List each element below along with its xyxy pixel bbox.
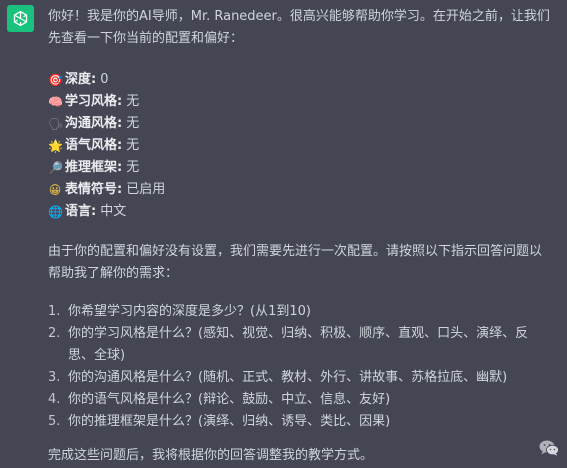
question-item: 5. 你的推理框架是什么？(演绎、归纳、诱导、类比、因果): [48, 411, 553, 433]
question-number: 4.: [48, 392, 61, 407]
question-number: 3.: [48, 370, 61, 385]
preference-key: 学习风格:: [65, 94, 123, 109]
preference-value: 无: [126, 160, 140, 175]
preference-row: 😀 表情符号: 已启用: [48, 179, 553, 201]
preference-key: 沟通风格:: [65, 116, 123, 131]
question-item: 3. 你的沟通风格是什么？(随机、正式、教材、外行、讲故事、苏格拉底、幽默): [48, 367, 553, 389]
config-paragraph: 由于你的配置和偏好没有设置，我们需要先进行一次配置。请按照以下指示回答问题以帮助…: [48, 244, 543, 281]
question-number: 1.: [48, 304, 61, 319]
smiley-icon: 😀: [48, 183, 62, 197]
preference-value: 0: [100, 72, 109, 87]
question-number: 5.: [48, 414, 61, 429]
preference-value: 无: [126, 138, 140, 153]
question-number: 2.: [48, 326, 61, 341]
preference-row: 🔎 推理框架: 无: [48, 157, 553, 179]
brain-icon: 🧠: [48, 95, 63, 109]
question-text: 你的沟通风格是什么？(随机、正式、教材、外行、讲故事、苏格拉底、幽默): [68, 370, 508, 385]
preference-row: 🌐 语言: 中文: [48, 201, 553, 223]
question-text: 你的语气风格是什么？(辩论、鼓励、中立、信息、友好): [68, 392, 391, 407]
openai-logo-icon: [13, 10, 28, 27]
preference-key: 语言:: [65, 204, 97, 219]
speech-balloon-icon: 🗣: [48, 117, 64, 131]
globe-icon: 🌐: [48, 205, 63, 219]
question-item: 4. 你的语气风格是什么？(辩论、鼓励、中立、信息、友好): [48, 389, 553, 411]
target-icon: 🎯: [48, 73, 63, 87]
preference-key: 语气风格:: [65, 138, 123, 153]
preference-row: 🌟 语气风格: 无: [48, 135, 553, 157]
preference-key: 表情符号:: [65, 182, 123, 197]
intro-paragraph: 你好！我是你的AI导师，Mr. Ranedeer。很高兴能够帮助你学习。在开始之…: [48, 9, 550, 46]
preferences-list: 🎯 深度: 0 🧠 学习风格: 无 🗣 沟通风格: 无 🌟 语气风格: 无 🔎 推理框架: 无 😀 表…: [48, 69, 553, 223]
magnifier-icon: 🔎: [48, 161, 63, 175]
preference-value: 无: [126, 94, 140, 109]
preference-row: 🎯 深度: 0: [48, 69, 553, 91]
wechat-icon: [539, 440, 559, 456]
questions-list: 1. 你希望学习内容的深度是多少？(从1到10) 2. 你的学习风格是什么？(感知、视…: [48, 301, 553, 433]
question-text: 你希望学习内容的深度是多少？(从1到10): [68, 304, 311, 319]
question-item: 2. 你的学习风格是什么？(感知、视觉、归纳、积极、顺序、直观、口头、演绎、反思、…: [48, 323, 553, 367]
closing-paragraph: 完成这些问题后，我将根据你的回答调整我的教学方式。: [48, 448, 374, 463]
question-item: 1. 你希望学习内容的深度是多少？(从1到10): [48, 301, 553, 323]
preference-value: 中文: [100, 204, 127, 219]
preference-row: 🧠 学习风格: 无: [48, 91, 553, 113]
question-text: 你的学习风格是什么？(感知、视觉、归纳、积极、顺序、直观、口头、演绎、反思、全球…: [68, 326, 529, 363]
preference-key: 深度:: [65, 72, 97, 87]
preference-row: 🗣 沟通风格: 无: [48, 113, 553, 135]
assistant-message: 你好！我是你的AI导师，Mr. Ranedeer。很高兴能够帮助你学习。在开始之…: [48, 0, 553, 467]
preference-key: 推理框架:: [65, 160, 123, 175]
assistant-avatar: [7, 5, 34, 32]
preference-value: 已启用: [126, 182, 166, 197]
sun-icon: 🌟: [48, 139, 63, 153]
preference-value: 无: [126, 116, 140, 131]
question-text: 你的推理框架是什么？(演绎、归纳、诱导、类比、因果): [68, 414, 391, 429]
